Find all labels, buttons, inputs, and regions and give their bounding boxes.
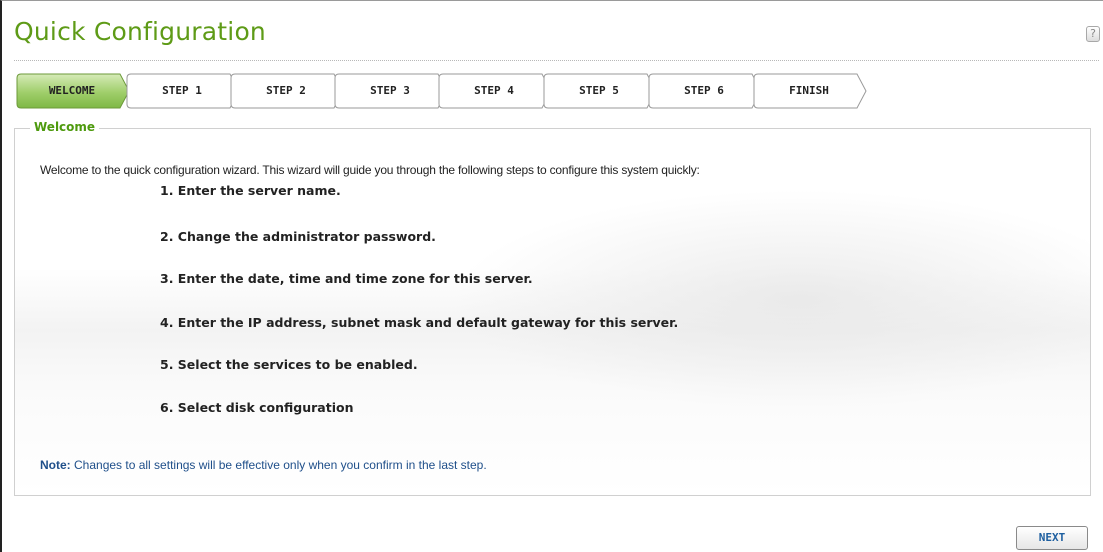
list-item: 5. Select the services to be enabled. (160, 357, 418, 372)
note-label: Note: (40, 458, 71, 472)
next-button[interactable]: NEXT (1016, 526, 1088, 550)
list-item: 6. Select disk configuration (160, 400, 354, 415)
list-item: 2. Change the administrator password. (160, 229, 436, 244)
step-label: STEP 4 (474, 84, 514, 97)
list-item: 3. Enter the date, time and time zone fo… (160, 271, 533, 286)
step-welcome[interactable]: WELCOME (16, 73, 140, 109)
intro-text: Welcome to the quick configuration wizar… (40, 163, 700, 177)
title-divider (14, 60, 1099, 61)
step-label: STEP 2 (266, 84, 306, 97)
step-label: WELCOME (48, 84, 96, 97)
list-item: 1. Enter the server name. (160, 183, 341, 198)
step-label: STEP 6 (684, 84, 724, 97)
note-body: Changes to all settings will be effectiv… (70, 458, 487, 472)
help-icon[interactable]: ? (1086, 26, 1100, 42)
note-text: Note: Changes to all settings will be ef… (40, 458, 487, 472)
step-label: STEP 5 (579, 84, 619, 97)
step-label: STEP 3 (370, 84, 410, 97)
wizard-steps: WELCOME STEP 1 STEP 2 STEP 3 STEP 4 STEP… (16, 73, 886, 109)
section-legend: Welcome (30, 120, 100, 134)
background-swoosh (450, 189, 1090, 409)
list-item: 4. Enter the IP address, subnet mask and… (160, 315, 679, 330)
page-title: Quick Configuration (14, 17, 266, 46)
step-label: FINISH (789, 84, 829, 97)
step-label: STEP 1 (162, 84, 202, 97)
step-finish[interactable]: FINISH (753, 73, 877, 109)
